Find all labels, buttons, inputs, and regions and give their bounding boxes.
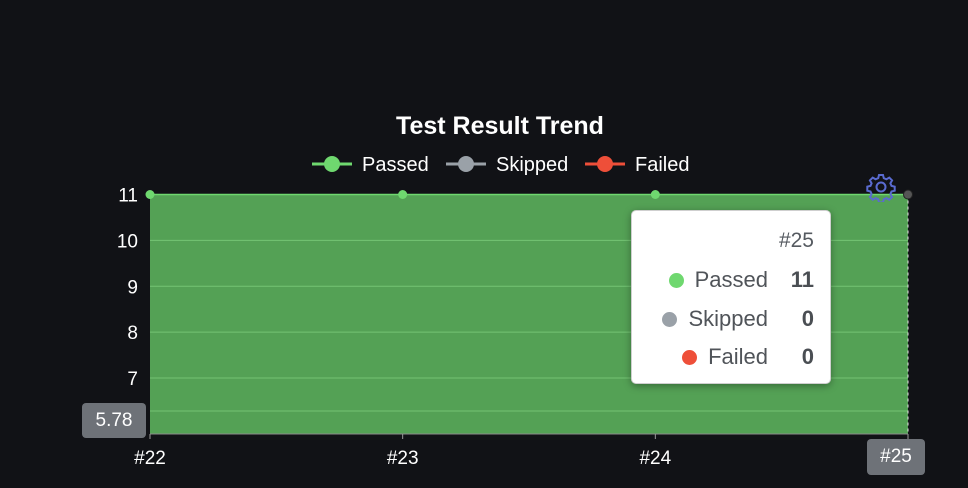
passed-dot-icon — [668, 272, 684, 288]
data-point — [398, 190, 408, 199]
legend-marker — [324, 156, 340, 172]
data-point — [145, 190, 155, 199]
legend-label: Skipped — [496, 154, 568, 176]
tooltip-value: 11 — [790, 267, 814, 292]
x-axis-pointer-label: #25 — [867, 439, 925, 475]
x-tick-label: #23 — [387, 448, 419, 469]
y-tick-label: 11 — [118, 186, 138, 207]
legend-label: Failed — [635, 154, 689, 176]
y-tick-label: 8 — [127, 323, 138, 344]
skipped-dot-icon — [662, 311, 678, 327]
tooltip-row-skipped: Skipped 0 — [662, 306, 814, 332]
x-tick-label: #24 — [639, 448, 671, 469]
y-tick-label: 7 — [127, 369, 138, 390]
data-point-hover — [903, 189, 913, 200]
data-point — [650, 190, 660, 199]
x-tick-label: #22 — [134, 448, 166, 469]
y-tick-label: 10 — [117, 231, 138, 252]
tooltip-value: 0 — [801, 344, 814, 369]
tooltip-label: Passed — [694, 267, 768, 292]
gear-icon[interactable] — [866, 172, 896, 204]
tooltip-value: 0 — [801, 306, 814, 331]
legend-marker — [458, 156, 474, 172]
y-tick-label: 9 — [127, 277, 138, 298]
tooltip: #25 Passed 11 Skipped 0 Failed 0 — [631, 210, 831, 384]
tooltip-label: Skipped — [688, 306, 768, 331]
tooltip-title: #25 — [778, 229, 814, 252]
chart-title: Test Result Trend — [396, 112, 604, 140]
failed-dot-icon — [682, 349, 698, 365]
legend-label: Passed — [362, 154, 429, 176]
tooltip-row-passed: Passed 11 — [668, 267, 814, 293]
legend-marker — [597, 156, 613, 172]
chart-panel: Test Result Trend Passed Skipped Failed 11 10… — [0, 0, 968, 488]
tooltip-row-failed: Failed 0 — [682, 344, 814, 370]
tooltip-label: Failed — [708, 344, 768, 369]
y-axis-pointer-label: 5.78 — [82, 403, 146, 438]
